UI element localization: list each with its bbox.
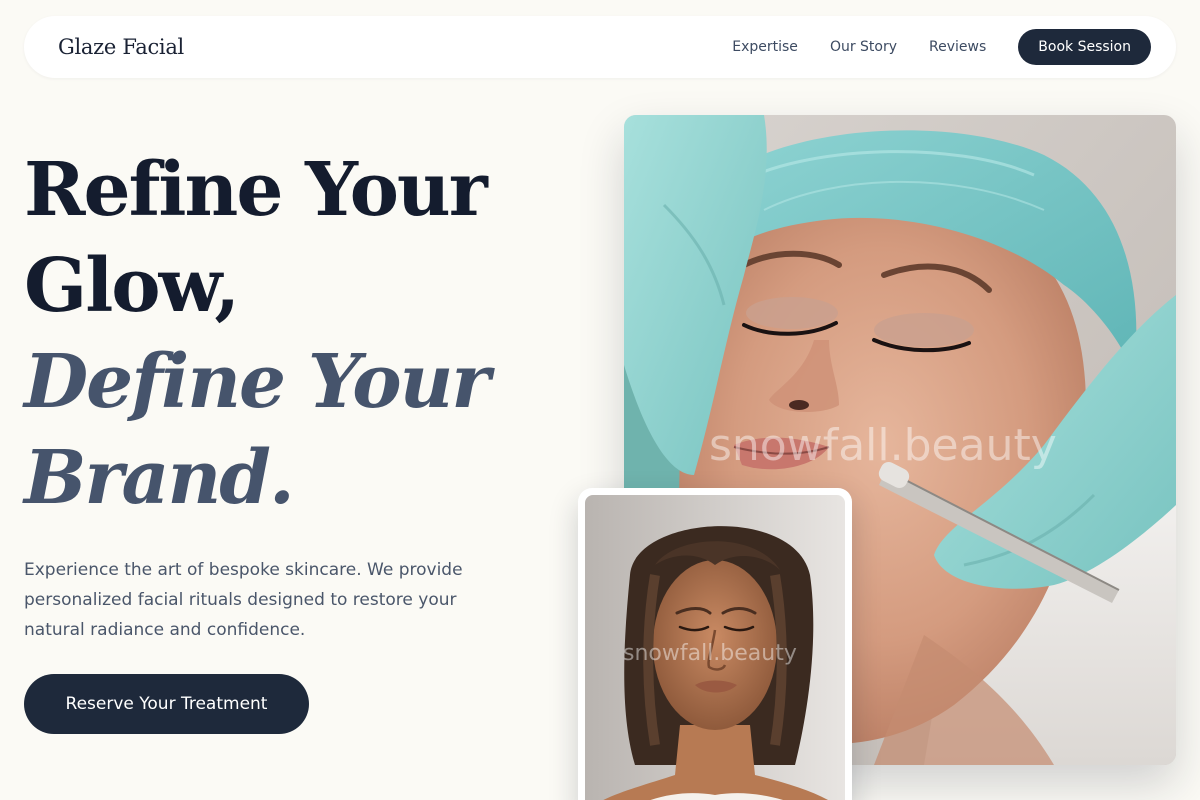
hero-title-line-3: Define Your	[24, 339, 490, 425]
landing-page: Glaze Facial Expertise Our Story Reviews…	[0, 0, 1200, 800]
portrait-photo-card: snowfall.beauty	[578, 488, 852, 800]
top-navbar: Glaze Facial Expertise Our Story Reviews…	[24, 16, 1176, 78]
brand-logo[interactable]: Glaze Facial	[58, 35, 184, 59]
portrait-photo: snowfall.beauty	[585, 495, 845, 800]
hero-title: Refine Your Glow, Define Your Brand.	[24, 142, 544, 526]
nav-link-reviews[interactable]: Reviews	[929, 39, 986, 55]
hero-title-line-4: Brand.	[24, 435, 295, 521]
main-photo-watermark: snowfall.beauty	[709, 420, 1057, 471]
reserve-treatment-button[interactable]: Reserve Your Treatment	[24, 674, 309, 734]
nav-link-our-story[interactable]: Our Story	[830, 39, 897, 55]
nav-link-expertise[interactable]: Expertise	[732, 39, 798, 55]
portrait-photo-watermark: snowfall.beauty	[623, 641, 797, 666]
hero-title-line-2: Glow,	[24, 243, 240, 329]
book-session-button[interactable]: Book Session	[1018, 29, 1151, 65]
hero-title-line-1: Refine Your	[24, 147, 488, 233]
hero-description: Experience the art of bespoke skincare. …	[24, 560, 463, 640]
nav-links: Expertise Our Story Reviews Book Session	[732, 29, 1151, 65]
